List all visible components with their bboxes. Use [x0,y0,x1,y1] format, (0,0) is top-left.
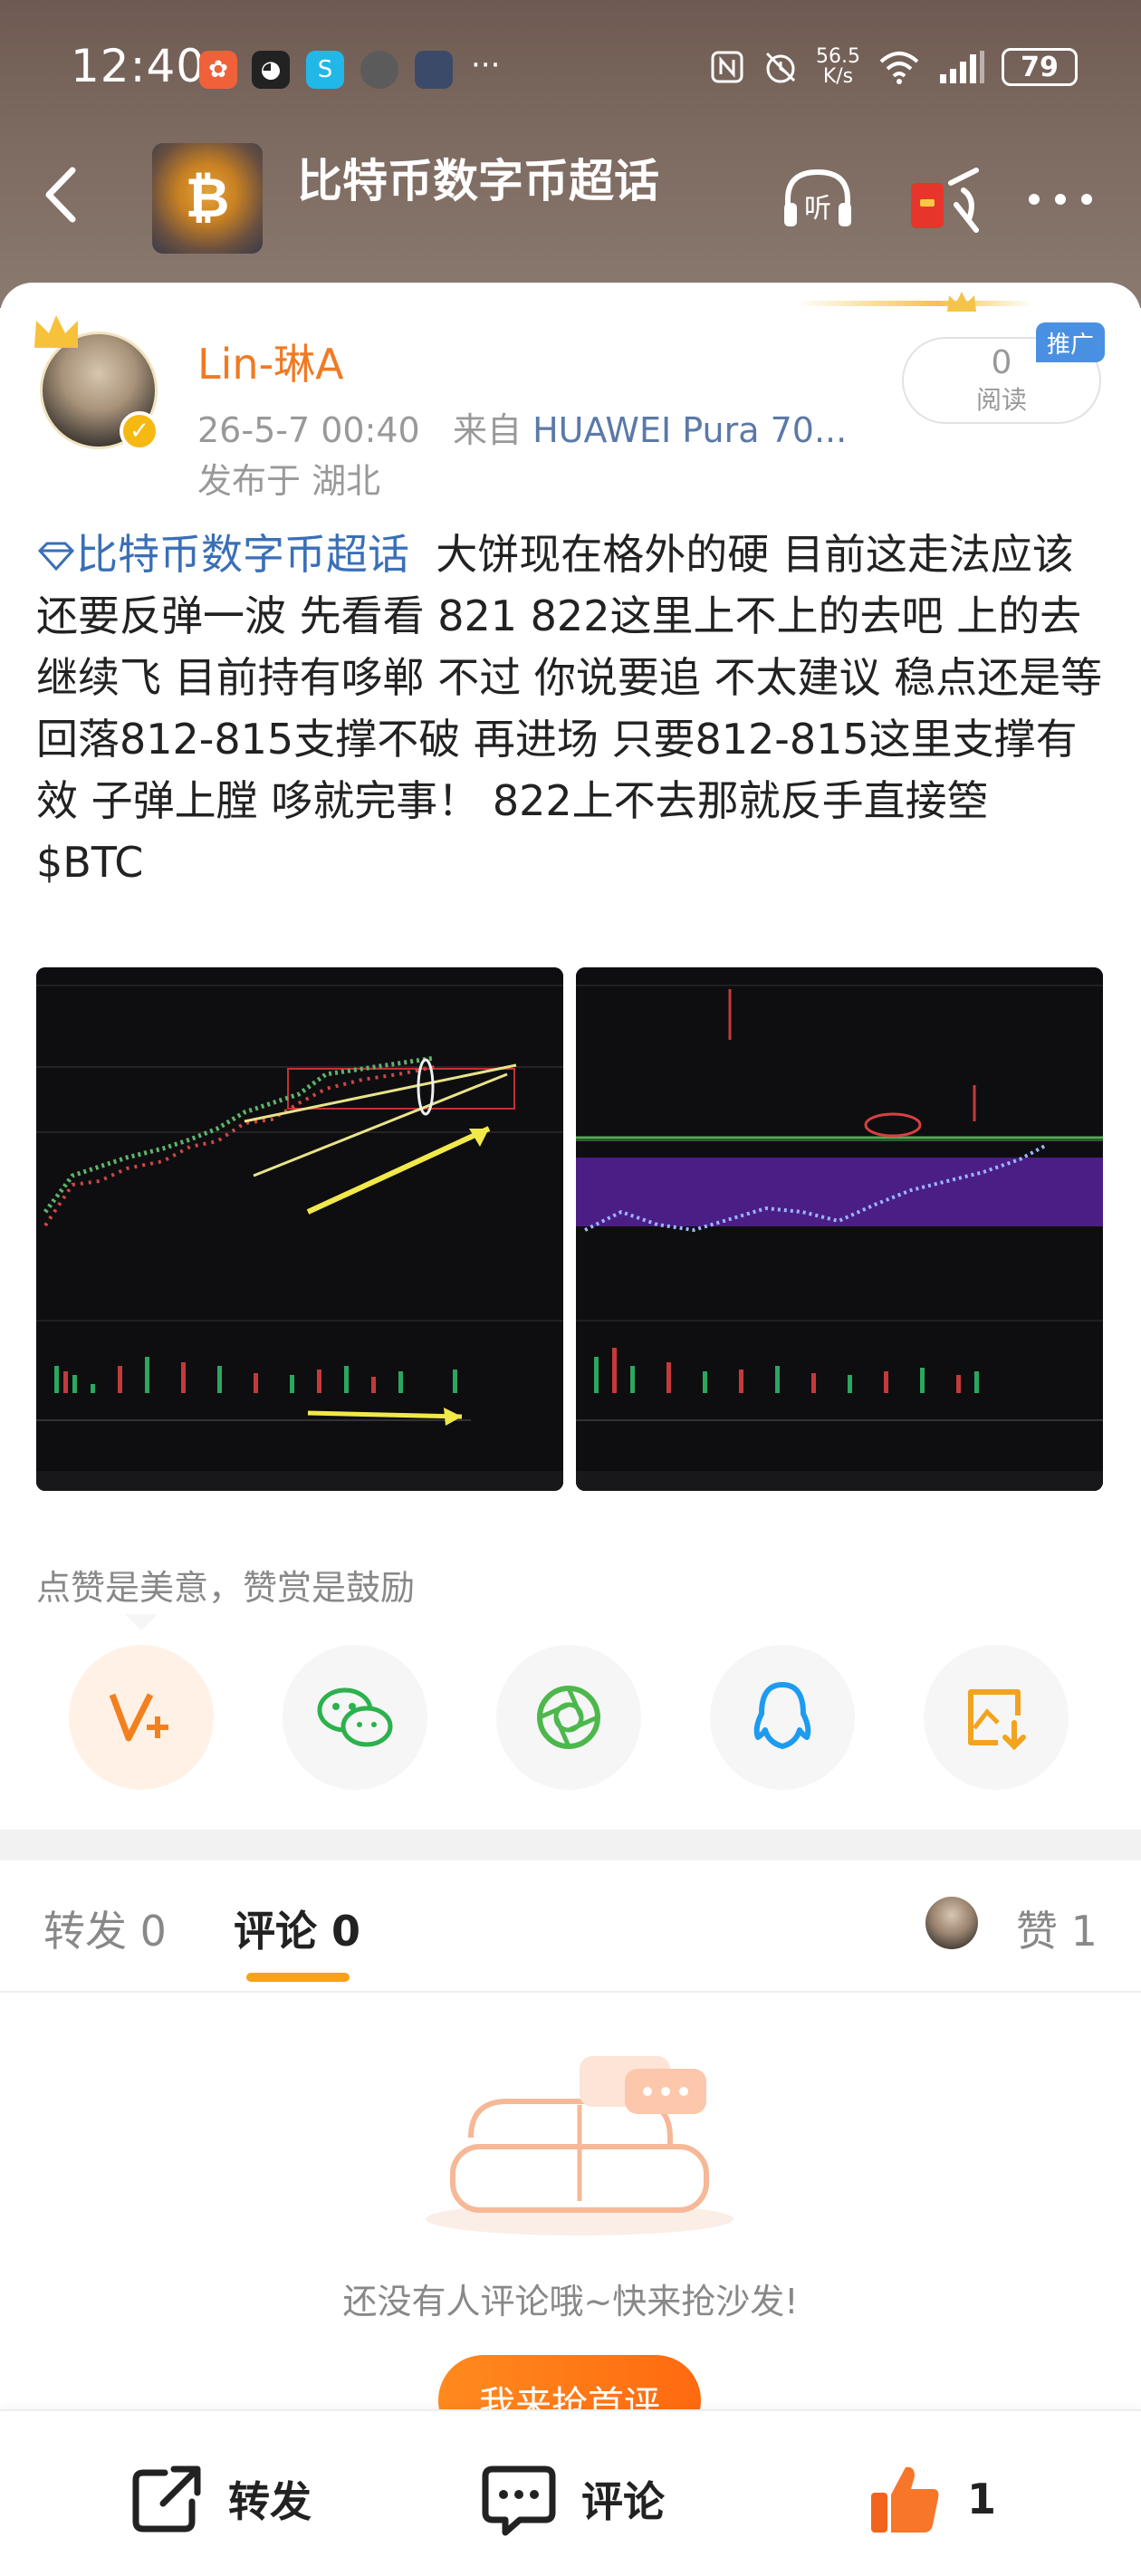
topic-link-label: 比特币数字币超话 [76,530,409,579]
device-link[interactable]: HUAWEI Pura 70... [532,410,847,450]
bottom-action-bar: 转发 评论 1 [0,2409,1141,2576]
back-arrow-icon[interactable] [36,163,91,226]
decorative-gold-line [797,301,1032,306]
post-location: 发布于 湖北 [197,461,381,501]
topic-link[interactable]: 比特币数字币超话 [36,530,409,579]
network-speed-value: 56.5 [816,45,860,68]
ticker-link[interactable]: $BTC [36,838,143,887]
red-packet-share-icon[interactable] [906,163,983,235]
repost-label: 转发 [228,2477,312,2526]
topic-thumbnail[interactable]: ₿ [152,143,263,254]
status-indicators: 56.5 K/s 79 [709,47,1078,87]
wechat-share-button[interactable] [283,1645,427,1790]
gold-crown-icon [947,292,976,312]
status-time: 12:40 [71,40,206,92]
share-arrow-icon [132,2465,201,2533]
post-date: 26-5-7 00:40 [197,410,420,450]
status-bar: 12:40 ✿ ◕ S ··· 56.5 K/s 79 [0,34,1141,107]
tab-likes[interactable]: 赞 1 [1016,1898,1098,1958]
alarm-icon [765,52,796,83]
app-notification-icon: ✿ [199,51,237,89]
image-download-icon [968,1689,1026,1751]
post-image-2[interactable] [576,967,1103,1491]
avatar-notification-icon [360,51,398,89]
read-label: 阅读 [975,385,1027,415]
post-meta: 26-5-7 00:40 来自 HUAWEI Pura 70... [197,402,847,452]
topic-title[interactable]: 比特币数字币超话 [297,145,659,210]
appreciate-text: 点赞是美意，赞赏是鼓励 [36,1568,416,1608]
share-row [0,1645,1141,1790]
post-image-grid [36,967,1105,1493]
tab-repost[interactable]: 转发 0 [43,1898,167,1958]
thumbs-up-icon [871,2466,939,2533]
promo-tag: 推广 [1036,322,1105,362]
network-speed: 56.5 K/s [816,47,860,87]
network-speed-unit: K/s [822,65,854,88]
liker-avatar[interactable] [925,1897,978,1949]
more-options-icon[interactable] [1021,163,1099,235]
empty-comments-text: 还没有人评论哦~快来抢沙发! [342,2282,799,2321]
aperture-icon [537,1686,600,1749]
qq-share-button[interactable] [710,1645,855,1790]
active-tab-underline [246,1973,350,1982]
listen-label: 听 [804,193,831,225]
post-body: 比特币数字币超话 大饼现在格外的硬 目前这走法应该还要反弹一波 先看看 821 … [36,524,1114,893]
wechat-icon [317,1687,393,1747]
qq-penguin-icon [753,1682,811,1749]
comment-label: 评论 [581,2477,665,2526]
wifi-icon [879,52,919,84]
battery-indicator: 79 [1002,48,1078,86]
nfc-icon [711,51,743,83]
source-prefix: 来自 [452,410,522,450]
post-image-1[interactable] [36,967,563,1491]
top-navigation: ₿ 比特币数字币超话 听 [0,136,1141,254]
v-plus-icon [109,1693,168,1742]
listen-headphones-icon[interactable]: 听 [779,163,857,235]
candlestick-chart-image-2 [576,967,1103,1491]
repost-button[interactable]: 转发 [127,2460,312,2538]
qq-notification-icon: ◕ [252,51,290,89]
author-username[interactable]: Lin-琳A [197,332,344,391]
diamond-topic-icon [37,542,75,572]
section-divider [0,1830,1141,1860]
app-notification-icon: S [306,51,344,89]
candlestick-chart-image-1 [36,967,563,1491]
more-notifications-icon: ··· [471,47,501,83]
app-notification-icon [415,51,453,89]
like-button[interactable]: 1 [866,2460,996,2538]
reward-button[interactable] [69,1645,214,1790]
comment-bubble-icon [482,2465,556,2536]
empty-sofa-illustration [426,2056,734,2235]
signal-icon [940,51,984,83]
verified-badge-icon: ✓ [120,411,159,451]
save-image-button[interactable] [924,1645,1069,1790]
comment-button[interactable]: 评论 [480,2460,665,2538]
moments-share-button[interactable] [496,1645,641,1790]
like-count: 1 [967,2475,997,2523]
avatar-crown-icon [34,315,78,348]
appreciate-caret [125,1614,158,1630]
tab-comments[interactable]: 评论 0 [234,1898,360,1958]
